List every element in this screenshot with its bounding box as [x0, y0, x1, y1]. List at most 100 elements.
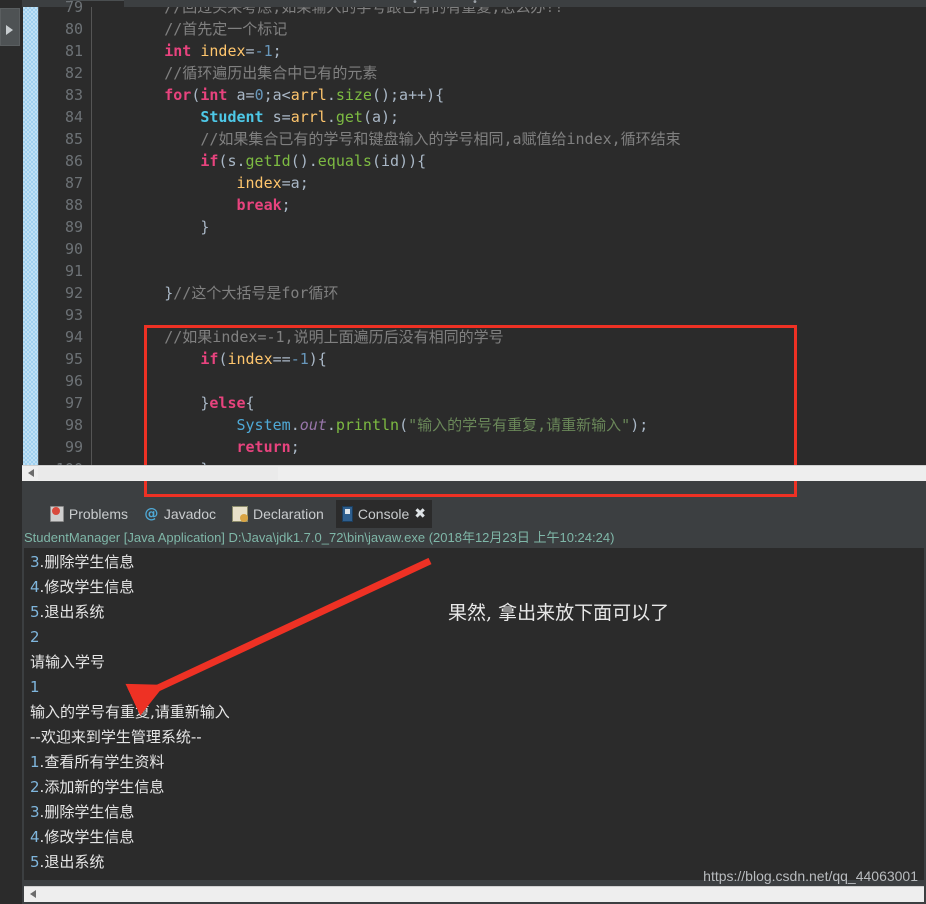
console-line: 请输入学号	[30, 650, 105, 675]
editor-tab-row: • •	[22, 0, 926, 8]
line-number: 85	[64, 130, 83, 148]
tab-console[interactable]: Console ✖	[336, 500, 432, 528]
code-editor-panel: • • 79 80 81 82 83 84 85 86 87 88 89 90 91 92 93 94 95 96…	[22, 0, 926, 497]
console-line: 4.修改学生信息	[30, 825, 134, 850]
horizontal-scroll-thumb[interactable]	[38, 467, 278, 480]
code-line[interactable]: //首先定一个标记	[92, 18, 287, 40]
tab-label: Console	[357, 506, 410, 522]
blog-watermark: https://blog.csdn.net/qq_44063001	[703, 868, 918, 884]
code-line[interactable]: if(s.getId().equals(id)){	[92, 150, 426, 172]
code-line[interactable]: Student s=arrl.get(a);	[92, 106, 399, 128]
console-line-text: --欢迎来到学生管理系统--	[30, 728, 202, 746]
console-horizontal-scrollbar[interactable]	[24, 886, 924, 902]
javadoc-icon: @	[144, 506, 159, 522]
line-number: 95	[64, 350, 83, 368]
line-number: 91	[64, 262, 83, 280]
line-number: 87	[64, 174, 83, 192]
restore-arrow-icon	[6, 25, 13, 35]
line-number: 88	[64, 196, 83, 214]
console-line-text: .退出系统	[39, 853, 105, 871]
tab-label: Problems	[68, 506, 128, 522]
line-number: 80	[64, 20, 83, 38]
line-number-gutter: 79 80 81 82 83 84 85 86 87 88 89 90 91 92 93 94 95 96 97 98…	[39, 0, 92, 481]
eclipse-ide-window: • • 79 80 81 82 83 84 85 86 87 88 89 90 91 92 93 94 95 96…	[0, 0, 926, 904]
tab-declaration[interactable]: Declaration	[226, 500, 332, 528]
line-number: 86	[64, 152, 83, 170]
line-number: 89	[64, 218, 83, 236]
console-icon	[342, 506, 353, 522]
editor-horizontal-scrollbar[interactable]	[22, 465, 926, 481]
console-line-text: .删除学生信息	[39, 803, 135, 821]
code-text-area[interactable]: //回过头来考虑,如果输入的学号跟已有的有重复,怎么办!! //首先定一个标记 …	[92, 7, 926, 481]
line-number: 99	[64, 438, 83, 456]
code-line[interactable]: int index=-1;	[92, 40, 281, 62]
line-number: 82	[64, 64, 83, 82]
console-line: 2.添加新的学生信息	[30, 775, 164, 800]
console-line-number: 5	[30, 603, 40, 621]
console-line-text: 输入的学号有重复,请重新输入	[30, 703, 230, 721]
line-number: 92	[64, 284, 83, 302]
line-number: 83	[64, 86, 83, 104]
code-line[interactable]: index=a;	[92, 172, 309, 194]
code-line[interactable]: //如果index=-1,说明上面遍历后没有相同的学号	[92, 326, 503, 348]
code-line[interactable]: }	[92, 216, 209, 238]
code-line[interactable]: for(int a=0;a<arrl.size();a++){	[92, 84, 444, 106]
console-line: 5.退出系统	[30, 850, 104, 875]
views-panel: Problems @ Javadoc Declaration Console ✖ Stud…	[22, 497, 926, 904]
line-number: 79	[64, 0, 83, 16]
tab-label: Javadoc	[163, 506, 216, 522]
console-line: 3.删除学生信息	[30, 550, 134, 575]
console-line-text: .添加新的学生信息	[39, 778, 165, 796]
console-line-text: .查看所有学生资料	[39, 753, 165, 771]
console-line: 3.删除学生信息	[30, 800, 134, 825]
annotation-ruler[interactable]	[23, 7, 39, 481]
left-chrome-strip	[0, 0, 22, 904]
console-line: 5.退出系统	[30, 600, 104, 625]
code-line[interactable]: break;	[92, 194, 291, 216]
console-line-number: 4	[30, 578, 40, 596]
line-number: 90	[64, 240, 83, 258]
tab-javadoc[interactable]: @ Javadoc	[138, 500, 222, 528]
console-launch-header: StudentManager [Java Application] D:\Jav…	[24, 530, 615, 545]
code-line[interactable]: System.out.println("输入的学号有重复,请重新输入");	[92, 414, 649, 436]
close-icon[interactable]: ✖	[414, 506, 426, 522]
console-line-text: .修改学生信息	[39, 828, 135, 846]
code-line[interactable]: //如果集合已有的学号和键盘输入的学号相同,a赋值给index,循环结束	[92, 128, 680, 150]
scroll-left-arrow-icon[interactable]	[28, 469, 34, 477]
tab-label: Declaration	[253, 506, 324, 522]
code-line[interactable]: return;	[92, 436, 300, 458]
problems-icon	[50, 506, 64, 522]
code-line[interactable]: }else{	[92, 392, 254, 414]
code-line[interactable]: if(index==-1){	[92, 348, 326, 370]
console-line-text: 请输入学号	[30, 653, 106, 671]
console-line-number: 2	[30, 628, 40, 646]
view-tab-bar: Problems @ Javadoc Declaration Console ✖	[22, 500, 926, 528]
code-line[interactable]: //回过头来考虑,如果输入的学号跟已有的有重复,怎么办!!	[92, 7, 563, 18]
declaration-icon	[232, 506, 248, 522]
line-number: 84	[64, 108, 83, 126]
console-line: 2	[30, 625, 40, 650]
code-line[interactable]: }//这个大括号是for循环	[92, 282, 338, 304]
console-line-number: 3	[30, 803, 40, 821]
console-line: 输入的学号有重复,请重新输入	[30, 700, 230, 725]
line-number: 96	[64, 372, 83, 390]
console-line-number: 1	[30, 678, 40, 696]
console-line-text: .修改学生信息	[39, 578, 135, 596]
editor-body: 79 80 81 82 83 84 85 86 87 88 89 90 91 92 93 94 95 96 97 98…	[22, 0, 926, 497]
minimized-view-tab[interactable]	[0, 8, 20, 46]
console-line-number: 5	[30, 853, 40, 871]
scroll-left-arrow-icon[interactable]	[30, 890, 36, 898]
line-number: 97	[64, 394, 83, 412]
annotation-note-text: 果然, 拿出来放下面可以了	[448, 602, 670, 624]
console-line: 1.查看所有学生资料	[30, 750, 164, 775]
console-line-number: 4	[30, 828, 40, 846]
code-line[interactable]: //循环遍历出集合中已有的元素	[92, 62, 377, 84]
console-line: --欢迎来到学生管理系统--	[30, 725, 202, 750]
console-line: 1	[30, 675, 40, 700]
console-line-number: 1	[30, 753, 40, 771]
console-line-text: .删除学生信息	[39, 553, 135, 571]
line-number: 94	[64, 328, 83, 346]
tab-problems[interactable]: Problems	[44, 500, 134, 528]
console-line-text: .退出系统	[39, 603, 105, 621]
editor-tab-inactive-2[interactable]	[124, 0, 384, 7]
